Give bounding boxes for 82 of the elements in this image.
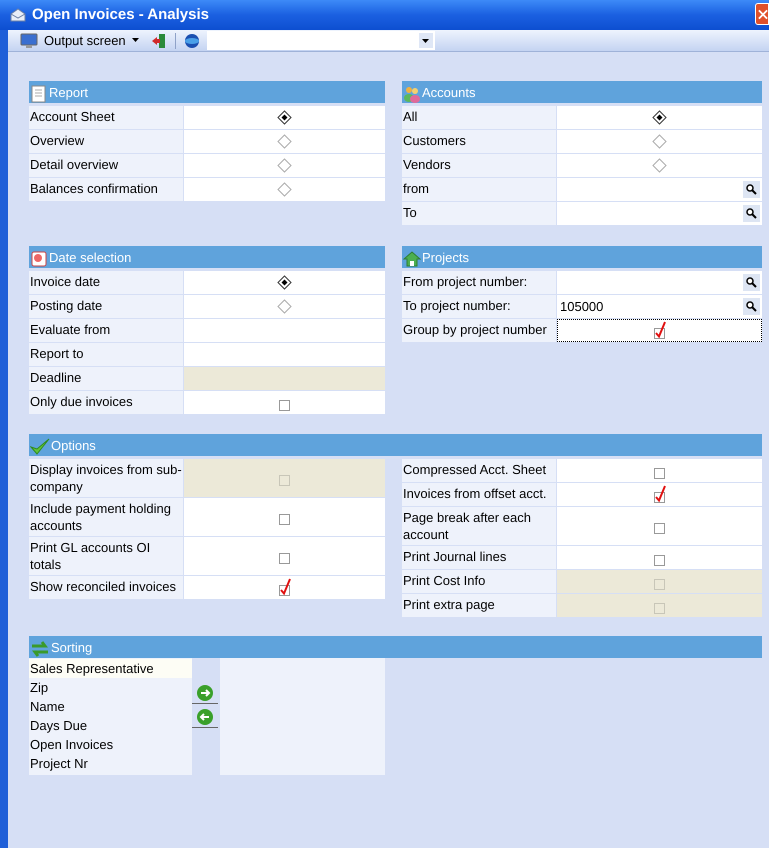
radio-button[interactable] (277, 110, 292, 125)
swap-arrows-icon (30, 640, 50, 658)
input-field[interactable] (184, 319, 385, 342)
radio-button[interactable] (652, 110, 667, 125)
globe-icon[interactable] (184, 32, 200, 48)
section-title: Projects (422, 249, 469, 267)
document-icon (30, 85, 48, 103)
close-button[interactable] (755, 3, 769, 25)
field-label: Balances confirmation (30, 180, 158, 197)
calendar-icon (30, 250, 48, 268)
section-title: Date selection (49, 249, 132, 267)
field-label: Report to (30, 345, 84, 362)
checkmark-icon (30, 438, 50, 456)
field-label: Evaluate from (30, 321, 110, 338)
list-item[interactable]: Name (29, 697, 192, 716)
field-label: Only due invoices (30, 393, 133, 410)
field-label: All (403, 108, 418, 125)
search-icon (746, 277, 757, 288)
field-label: Print GL accounts OI totals (30, 539, 152, 573)
field-label: Print Journal lines (403, 548, 506, 565)
field-label: from (403, 180, 429, 197)
field-label: Compressed Acct. Sheet (403, 461, 546, 478)
search-button[interactable] (743, 274, 760, 291)
caret-icon[interactable] (132, 38, 139, 43)
search-button[interactable] (743, 181, 760, 198)
field-label: Page break after each account (403, 509, 532, 543)
field-label: To (403, 204, 417, 221)
field-label: Include payment holding accounts (30, 500, 172, 534)
field-label: To project number: (403, 297, 511, 314)
field-label: Account Sheet (30, 108, 115, 125)
field-label: From project number: (403, 273, 528, 290)
radio-button[interactable] (277, 275, 292, 290)
list-item[interactable]: Zip (29, 678, 192, 697)
output-screen-button[interactable]: Output screen (42, 30, 128, 50)
arrow-right-icon (196, 684, 214, 702)
list-item[interactable]: Project Nr (29, 754, 192, 773)
radio-button[interactable] (652, 134, 667, 149)
radio-button[interactable] (277, 158, 292, 173)
field-label: Group by project number (403, 321, 547, 338)
caret-icon[interactable] (422, 38, 430, 42)
search-icon (746, 301, 757, 312)
radio-button[interactable] (277, 134, 292, 149)
monitor-icon[interactable] (20, 32, 38, 48)
people-icon (403, 85, 421, 103)
close-icon (758, 8, 768, 20)
search-button[interactable] (743, 205, 760, 222)
field-label: Vendors (403, 156, 451, 173)
field-label: Detail overview (30, 156, 118, 173)
house-icon (403, 250, 421, 268)
section-title: Options (51, 437, 96, 455)
field-label: Display invoices from sub-company (30, 461, 182, 495)
field-label: Show reconciled invoices (30, 578, 176, 595)
search-icon (746, 208, 757, 219)
radio-button[interactable] (652, 158, 667, 173)
field-label: Customers (403, 132, 466, 149)
field-label: Invoices from offset acct. (403, 485, 547, 502)
section-title: Report (49, 84, 88, 102)
field-label: Invoice date (30, 273, 100, 290)
field-label: Posting date (30, 297, 102, 314)
list-item[interactable]: Sales Representative (29, 659, 192, 678)
section-title: Sorting (51, 639, 92, 657)
radio-button[interactable] (277, 182, 292, 197)
checkbox[interactable] (652, 484, 668, 504)
checkbox[interactable] (652, 320, 668, 340)
window-title: Open Invoices - Analysis (32, 4, 210, 25)
checkbox[interactable] (276, 578, 292, 598)
search-button[interactable] (743, 298, 760, 315)
envelope-icon (10, 7, 26, 23)
list-item[interactable]: Open Invoices (29, 735, 192, 754)
list-item[interactable]: Days Due (29, 716, 192, 735)
field-label: Deadline (30, 369, 82, 386)
field-label: Print extra page (403, 596, 495, 613)
move-right-button[interactable] (192, 682, 218, 704)
field-label: Print Cost Info (403, 572, 486, 589)
move-left-button[interactable] (192, 706, 218, 728)
radio-button[interactable] (277, 299, 292, 314)
section-title: Accounts (422, 84, 476, 102)
search-icon (746, 184, 757, 195)
input-field[interactable] (184, 343, 385, 366)
field-label: Overview (30, 132, 84, 149)
exit-door-icon[interactable] (150, 32, 167, 48)
arrow-left-icon (196, 708, 214, 726)
